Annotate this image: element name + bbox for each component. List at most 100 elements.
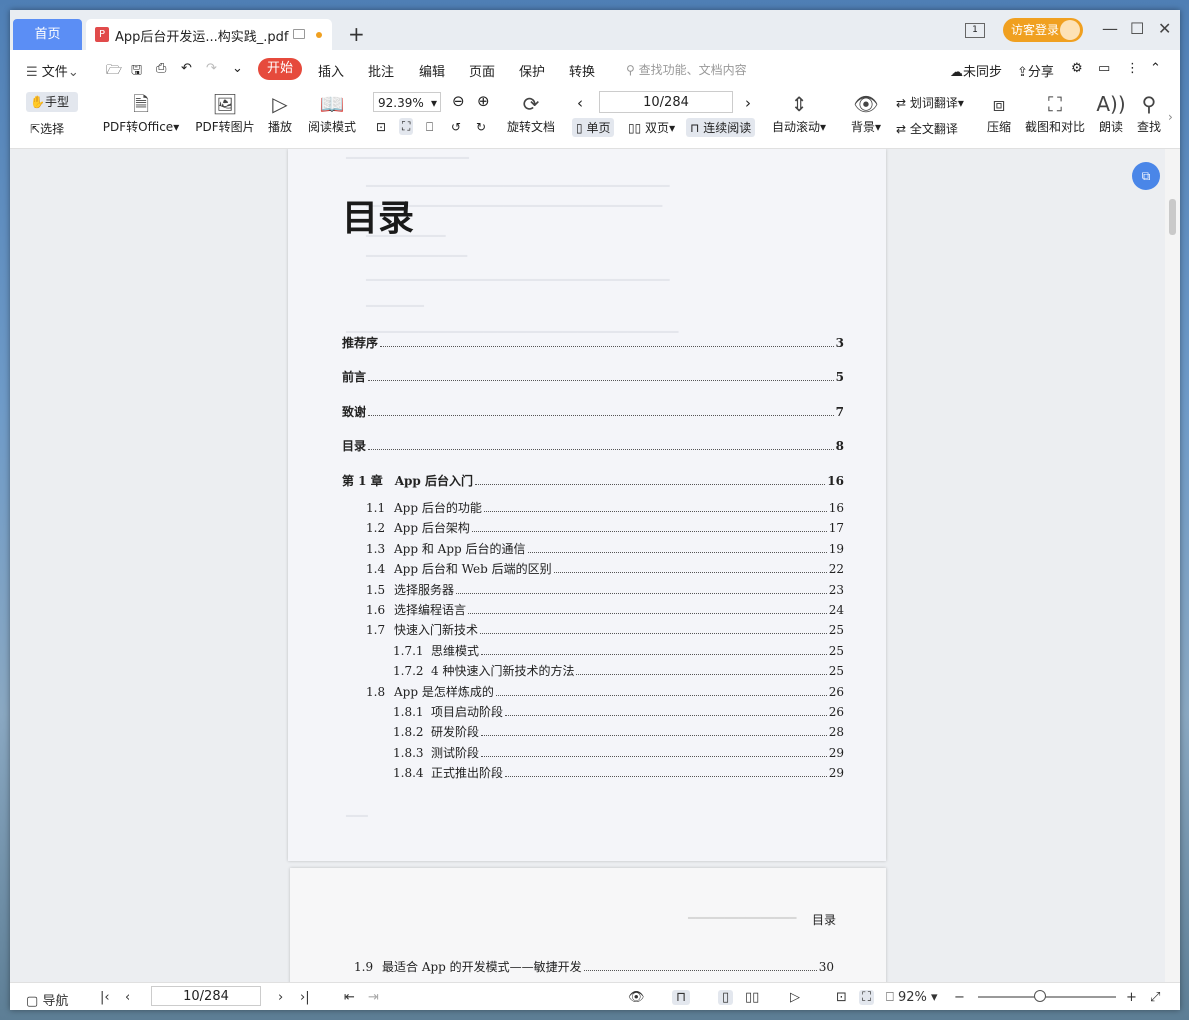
- toc-entry[interactable]: 推荐序 3: [342, 334, 844, 351]
- new-tab-button[interactable]: +: [348, 24, 365, 44]
- zoom-out-icon[interactable]: −: [954, 990, 965, 1005]
- toc-entry[interactable]: 1.8 App 是怎样炼成的 26: [366, 683, 844, 700]
- zoom-slider[interactable]: [978, 990, 1116, 1002]
- navigation-button[interactable]: ▢ 导航: [26, 990, 68, 1009]
- menu-edit[interactable]: 编辑: [419, 61, 445, 80]
- single-page-mode-icon[interactable]: ▯: [718, 990, 734, 1005]
- rotate-right-icon[interactable]: ↻: [476, 120, 486, 134]
- visitor-login-button[interactable]: 访客登录: [1003, 18, 1083, 42]
- menu-start[interactable]: 开始: [258, 58, 302, 80]
- floating-tool-icon[interactable]: ⧉: [1132, 162, 1160, 190]
- document-tab[interactable]: P App后台开发运...构实践_.pdf: [86, 19, 332, 50]
- last-page-icon[interactable]: ›|: [300, 990, 310, 1005]
- toc-entry[interactable]: 1.8.4 正式推出阶段 29: [393, 764, 844, 781]
- zoom-in-icon[interactable]: ⊕: [477, 92, 490, 110]
- scrollbar-thumb[interactable]: [1169, 199, 1176, 235]
- zoom-slider-knob[interactable]: [1034, 990, 1046, 1002]
- home-tab[interactable]: 首页: [13, 19, 82, 50]
- menu-convert[interactable]: 转换: [569, 61, 595, 80]
- read-aloud-button[interactable]: A)) 朗读: [1096, 90, 1126, 135]
- page-count-indicator[interactable]: 1: [965, 23, 985, 38]
- toc-entry[interactable]: 1.4 App 后台和 Web 后端的区别 22: [366, 560, 844, 577]
- undo-icon[interactable]: ↶: [181, 61, 192, 76]
- search-input[interactable]: ⚲ 查找功能、文档内容: [626, 61, 747, 78]
- share-button[interactable]: ⇪分享: [1017, 61, 1054, 80]
- toc-entry[interactable]: 1.3 App 和 App 后台的通信 19: [366, 540, 844, 557]
- print-icon[interactable]: ⎙: [156, 61, 166, 76]
- toolbar-scroll-right-icon[interactable]: ›: [1168, 110, 1173, 124]
- single-page-button[interactable]: ▯ 单页: [572, 118, 615, 137]
- close-icon[interactable]: ✕: [1158, 20, 1171, 38]
- toc-entry[interactable]: 1.7 快速入门新技术 25: [366, 621, 844, 638]
- toc-entry[interactable]: 1.8.1 项目启动阶段 26: [393, 703, 844, 720]
- actual-size-icon[interactable]: ⊡: [836, 990, 847, 1005]
- maximize-icon[interactable]: ☐: [1130, 20, 1144, 38]
- fit-page-icon[interactable]: ⛶: [399, 118, 414, 135]
- screenshot-compare-button[interactable]: ⛶ 截图和对比: [1022, 90, 1088, 135]
- toc-entry[interactable]: 致谢 7: [342, 403, 844, 420]
- fullscreen-icon[interactable]: ⤢: [1150, 990, 1160, 1005]
- menu-insert[interactable]: 插入: [318, 61, 344, 80]
- forward-icon[interactable]: ⇥: [368, 990, 379, 1005]
- hand-tool[interactable]: ✋手型: [26, 92, 78, 112]
- vertical-scrollbar[interactable]: [1165, 149, 1180, 982]
- background-button[interactable]: 👁 背景▾: [848, 90, 884, 135]
- toc-entry[interactable]: 1.6 选择编程语言 24: [366, 601, 844, 618]
- toc-entry[interactable]: 1.5 选择服务器 23: [366, 581, 844, 598]
- settings-icon[interactable]: ⚙: [1071, 61, 1083, 76]
- minimize-icon[interactable]: —: [1102, 20, 1118, 38]
- zoom-in-icon[interactable]: +: [1126, 990, 1137, 1005]
- actual-size-icon[interactable]: ⊡: [376, 120, 386, 134]
- eye-protect-icon[interactable]: 👁: [628, 990, 645, 1005]
- toc-entry[interactable]: 1.9 最适合 App 的开发模式——敏捷开发 30: [354, 958, 834, 975]
- toc-entry[interactable]: 前言 5: [342, 368, 844, 385]
- page-number-input[interactable]: 10/284: [599, 91, 733, 113]
- fit-width-icon[interactable]: ⎕: [426, 120, 433, 135]
- pdf-to-office-button[interactable]: 🗎 PDF转Office▾: [102, 90, 180, 135]
- toc-entry[interactable]: 1.1 App 后台的功能 16: [366, 499, 844, 516]
- first-page-icon[interactable]: |‹: [100, 990, 110, 1005]
- select-tool[interactable]: ⇱选择: [30, 120, 64, 137]
- more-icon[interactable]: ⋮: [1126, 61, 1139, 76]
- fit-page-icon[interactable]: ⛶: [859, 990, 875, 1005]
- zoom-select[interactable]: ⎕ 92% ▾: [886, 990, 938, 1005]
- toc-entry[interactable]: 1.7.1 思维模式 25: [393, 642, 844, 659]
- monitor-icon[interactable]: [293, 29, 305, 39]
- play-button[interactable]: ▷ 播放: [264, 90, 296, 135]
- auto-scroll-button[interactable]: ⇕ 自动滚动▾: [770, 90, 828, 135]
- menu-protect[interactable]: 保护: [519, 61, 545, 80]
- continuous-read-button[interactable]: ⊓ 连续阅读: [686, 118, 756, 137]
- toc-entry[interactable]: 1.8.2 研发阶段 28: [393, 723, 844, 740]
- status-page-input[interactable]: 10/284: [151, 986, 261, 1006]
- next-page-icon[interactable]: ›: [745, 94, 751, 112]
- zoom-select[interactable]: 92.39% ▾: [373, 92, 441, 112]
- double-page-button[interactable]: ▯▯ 双页▾: [628, 119, 675, 136]
- redo-icon[interactable]: ↷: [206, 61, 217, 76]
- open-icon[interactable]: 🗁: [106, 61, 122, 83]
- rotate-left-icon[interactable]: ↺: [451, 120, 461, 134]
- zoom-out-icon[interactable]: ⊖: [452, 92, 465, 110]
- previous-page-icon[interactable]: ‹: [577, 94, 583, 112]
- compress-button[interactable]: ⧈ 压缩: [984, 90, 1014, 135]
- toc-entry[interactable]: 目录 8: [342, 437, 844, 454]
- continuous-mode-icon[interactable]: ⊓: [672, 990, 691, 1005]
- toc-entry[interactable]: 1.8.3 测试阶段 29: [393, 744, 844, 761]
- back-icon[interactable]: ⇤: [344, 990, 355, 1005]
- collapse-ribbon-icon[interactable]: ⌃: [1150, 61, 1161, 76]
- toc-entry[interactable]: 1.2 App 后台架构 17: [366, 519, 844, 536]
- next-page-icon[interactable]: ›: [278, 990, 283, 1005]
- word-translate-button[interactable]: ⇄ 划词翻译▾: [896, 94, 964, 111]
- comment-icon[interactable]: ▭: [1098, 61, 1110, 76]
- prev-page-icon[interactable]: ‹: [125, 990, 130, 1005]
- toc-entry[interactable]: 1.7.2 4 种快速入门新技术的方法 25: [393, 662, 844, 679]
- full-translate-button[interactable]: ⇄ 全文翻译: [896, 120, 958, 137]
- rotate-document-button[interactable]: ⟳ 旋转文档: [504, 90, 558, 135]
- sync-button[interactable]: ☁未同步: [950, 61, 1002, 80]
- menu-annotate[interactable]: 批注: [368, 61, 394, 80]
- more-quick-icon[interactable]: ⌄: [232, 61, 243, 76]
- pdf-to-image-button[interactable]: 🖼 PDF转图片: [194, 90, 256, 135]
- menu-file[interactable]: ☰ 文件 ⌄: [26, 61, 79, 80]
- find-button[interactable]: ⚲ 查找: [1134, 90, 1164, 135]
- read-mode-button[interactable]: 📖 阅读模式: [306, 90, 358, 135]
- menu-page[interactable]: 页面: [469, 61, 495, 80]
